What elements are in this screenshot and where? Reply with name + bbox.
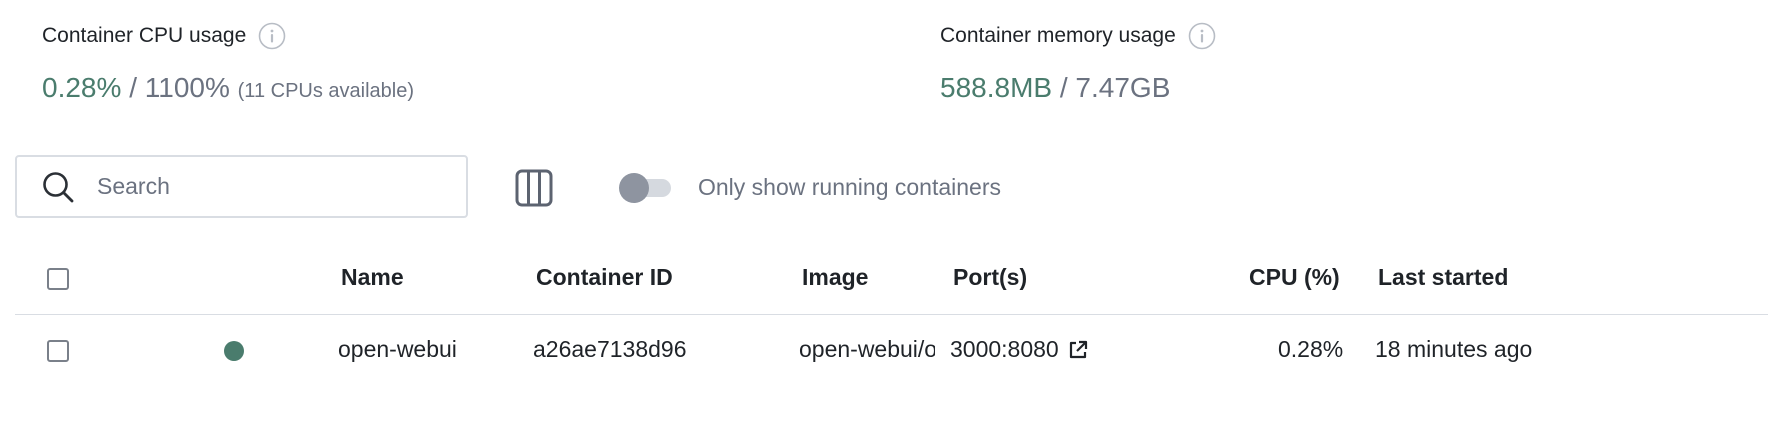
memory-usage-header: Container memory usage	[940, 20, 1216, 52]
toggle-thumb	[619, 173, 649, 203]
memory-usage-stat: Container memory usage 588.8MB / 7.47GB	[940, 20, 1216, 106]
cell-last-started: 18 minutes ago	[1375, 336, 1533, 362]
search-box[interactable]	[15, 155, 468, 218]
running-only-label: Only show running containers	[698, 174, 1001, 200]
cell-cpu: 0.28%	[1278, 336, 1344, 362]
info-icon[interactable]	[1188, 22, 1216, 50]
memory-separator: /	[1059, 72, 1068, 103]
column-header-image[interactable]: Image	[802, 264, 868, 291]
search-input[interactable]	[95, 172, 429, 201]
cell-ports: 3000:8080	[950, 336, 1059, 362]
row-checkbox[interactable]	[47, 340, 69, 362]
columns-button[interactable]	[514, 168, 554, 208]
column-header-last-started[interactable]: Last started	[1378, 264, 1508, 291]
containers-panel: Container CPU usage 0.28% / 1100% (11 CP…	[0, 0, 1768, 434]
column-header-ports[interactable]: Port(s)	[953, 264, 1027, 291]
cell-container-id[interactable]: a26ae7138d96	[533, 336, 687, 363]
table-header-divider	[15, 314, 1768, 315]
cpu-total: 1100%	[144, 72, 230, 103]
select-all-checkbox[interactable]	[47, 268, 69, 290]
column-header-cpu[interactable]: CPU (%)	[1249, 264, 1340, 291]
cpu-usage-header: Container CPU usage	[42, 20, 414, 52]
column-header-name[interactable]: Name	[341, 264, 404, 291]
memory-usage-value: 588.8MB / 7.47GB	[940, 70, 1216, 106]
cell-name[interactable]: open-webui	[338, 336, 457, 363]
memory-used: 588.8MB	[940, 72, 1053, 103]
cpu-usage-value: 0.28% / 1100% (11 CPUs available)	[42, 70, 414, 109]
info-icon[interactable]	[258, 22, 286, 50]
cpu-usage-title: Container CPU usage	[42, 24, 247, 47]
search-icon	[41, 170, 75, 204]
cell-ports-link[interactable]: 3000:8080	[950, 336, 1089, 363]
status-running-icon	[224, 341, 244, 361]
running-only-toggle[interactable]	[617, 172, 673, 204]
external-link-icon	[1069, 340, 1087, 358]
cell-image[interactable]: open-webui/open-webui	[799, 336, 935, 363]
memory-usage-title: Container memory usage	[940, 24, 1176, 47]
cpu-note: (11 CPUs available)	[237, 80, 415, 102]
memory-total: 7.47GB	[1075, 72, 1171, 103]
column-header-container-id[interactable]: Container ID	[536, 264, 673, 291]
cpu-separator: /	[129, 72, 137, 103]
cpu-used: 0.28%	[42, 72, 122, 103]
columns-icon	[515, 169, 553, 207]
cpu-usage-stat: Container CPU usage 0.28% / 1100% (11 CP…	[42, 20, 414, 109]
